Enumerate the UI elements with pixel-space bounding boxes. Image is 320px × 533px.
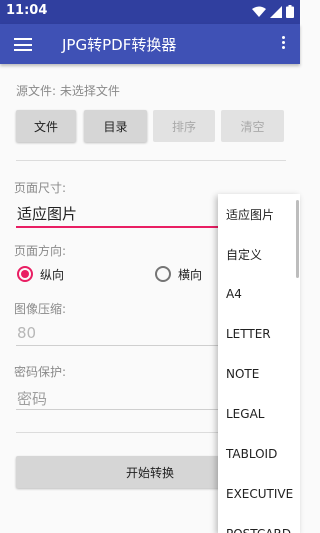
status-icons: [252, 5, 294, 18]
dropdown-item-legal[interactable]: LEGAL: [218, 394, 300, 434]
landscape-label[interactable]: 横向: [178, 266, 202, 283]
source-file-label: 源文件: 未选择文件: [16, 84, 120, 98]
dropdown-item-postcard[interactable]: POSTCARD: [218, 514, 300, 533]
compression-label: 图像压缩:: [14, 302, 67, 316]
section-divider: [16, 160, 286, 161]
dropdown-item-tabloid[interactable]: TABLOID: [218, 434, 300, 474]
password-input[interactable]: 密码: [17, 388, 47, 409]
password-underline: [16, 409, 220, 410]
section-divider-bottom: [16, 432, 220, 433]
page-size-label: 页面尺寸:: [14, 181, 67, 195]
status-bar: 11:04: [0, 0, 300, 24]
status-time: 11:04: [6, 3, 48, 18]
wifi-icon: [252, 6, 266, 17]
dropdown-item-custom[interactable]: 自定义: [218, 234, 300, 274]
landscape-radio[interactable]: [155, 266, 171, 282]
portrait-radio[interactable]: [17, 266, 33, 282]
signal-icon: [270, 5, 282, 18]
page-size-underline: [16, 226, 220, 228]
portrait-label[interactable]: 纵向: [40, 266, 64, 283]
hamburger-menu-icon[interactable]: [14, 38, 32, 51]
compression-input[interactable]: 80: [17, 324, 36, 342]
password-label: 密码保护:: [14, 365, 67, 379]
dropdown-scrollbar[interactable]: [296, 200, 299, 278]
more-options-icon[interactable]: [282, 36, 286, 49]
file-button[interactable]: 文件: [16, 110, 76, 142]
dropdown-item-fit-image[interactable]: 适应图片: [218, 194, 300, 234]
dropdown-item-a4[interactable]: A4: [218, 274, 300, 314]
page-size-dropdown: 适应图片 自定义 A4 LETTER NOTE LEGAL TABLOID EX…: [218, 194, 300, 533]
page-size-value[interactable]: 适应图片: [17, 203, 77, 224]
orientation-label: 页面方向:: [14, 244, 67, 258]
battery-icon: [286, 5, 294, 18]
dropdown-item-letter[interactable]: LETTER: [218, 314, 300, 354]
dropdown-item-note[interactable]: NOTE: [218, 354, 300, 394]
compression-underline: [16, 345, 220, 346]
dropdown-item-executive[interactable]: EXECUTIVE: [218, 474, 300, 514]
directory-button[interactable]: 目录: [84, 110, 147, 142]
sort-button[interactable]: 排序: [153, 110, 215, 142]
app-bar: JPG转PDF转换器: [0, 24, 300, 64]
clear-button[interactable]: 清空: [221, 110, 284, 142]
app-title: JPG转PDF转换器: [62, 36, 177, 54]
